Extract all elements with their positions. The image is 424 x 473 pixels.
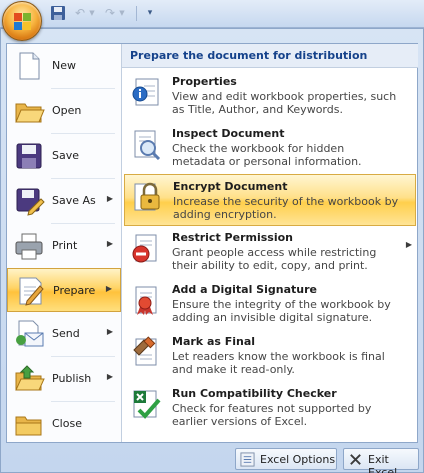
office-logo-icon	[14, 13, 32, 31]
cmd-restrict-permission[interactable]: Restrict Permission Grant people access …	[124, 226, 416, 278]
redo-dropdown-icon[interactable]: ▼	[118, 5, 126, 22]
cmd-title: Properties	[172, 75, 237, 88]
quick-access-toolbar: ↶ ▼ ↷ ▼ ▾	[0, 0, 424, 28]
redo-icon[interactable]: ↷	[102, 5, 118, 22]
submenu-arrow-icon: ▶	[106, 327, 113, 336]
menu-item-send[interactable]: Send ▶	[7, 312, 121, 356]
cmd-description: View and edit workbook properties, such …	[172, 90, 397, 116]
menu-item-label: Save As	[52, 194, 96, 207]
menu-item-print[interactable]: Print ▶	[7, 224, 121, 268]
lock-icon	[134, 182, 160, 211]
cmd-description: Check the workbook for hidden metadata o…	[172, 142, 362, 168]
submenu-arrow-icon: ▶	[106, 372, 113, 381]
save-icon[interactable]	[50, 5, 66, 22]
floppy-disk-icon	[16, 143, 42, 169]
cmd-properties[interactable]: Properties View and edit workbook proper…	[124, 70, 416, 122]
menu-item-label: Save	[52, 149, 80, 162]
compatibility-check-icon	[133, 390, 161, 419]
undo-dropdown-icon[interactable]: ▼	[88, 5, 96, 22]
menu-item-label: Close	[52, 417, 82, 430]
cmd-encrypt-document[interactable]: Encrypt Document Increase the security o…	[124, 174, 416, 226]
cmd-description: Grant people access while restricting th…	[172, 246, 377, 272]
office-button[interactable]	[2, 1, 42, 41]
undo-icon[interactable]: ↶	[72, 5, 88, 22]
cmd-inspect-document[interactable]: Inspect Document Check the workbook for …	[124, 122, 416, 174]
close-icon	[350, 454, 361, 465]
printer-icon	[15, 233, 43, 260]
excel-options-button[interactable]: Excel Options	[235, 448, 337, 470]
menu-item-new[interactable]: New	[7, 44, 121, 88]
submenu-arrow-icon: ▶	[105, 284, 112, 293]
inspect-icon	[134, 130, 161, 160]
cmd-description: Increase the security of the workbook by…	[173, 195, 399, 221]
menu-item-save[interactable]: Save	[7, 134, 121, 178]
publish-icon	[15, 365, 45, 391]
cmd-title: Run Compatibility Checker	[172, 387, 337, 400]
submenu-arrow-icon: ▶	[405, 240, 412, 249]
office-menu-body: New Open Save Save As ▶ Print ▶ Prepare …	[6, 43, 418, 443]
restrict-icon	[132, 234, 157, 263]
submenu-header: Prepare the document for distribution	[122, 44, 418, 68]
options-label: Excel Options	[260, 453, 336, 466]
cmd-description: Ensure the integrity of the workbook by …	[172, 298, 391, 324]
cmd-title: Inspect Document	[172, 127, 285, 140]
cmd-title: Add a Digital Signature	[172, 283, 317, 296]
exit-excel-button[interactable]: Exit Excel	[343, 448, 419, 473]
send-icon	[16, 320, 44, 347]
cmd-title: Restrict Permission	[172, 231, 293, 244]
office-menu: New Open Save Save As ▶ Print ▶ Prepare …	[0, 28, 424, 473]
mark-final-icon	[133, 336, 157, 366]
menu-item-open[interactable]: Open	[7, 89, 121, 133]
menu-item-save-as[interactable]: Save As ▶	[7, 179, 121, 223]
prepare-icon	[19, 277, 44, 306]
cmd-title: Encrypt Document	[173, 180, 288, 193]
menu-item-label: Open	[52, 104, 82, 117]
open-folder-icon	[15, 103, 45, 123]
menu-item-label: Print	[52, 239, 78, 252]
menu-item-label: Prepare	[53, 284, 96, 297]
exit-label: Exit Excel	[368, 453, 398, 473]
menu-item-label: New	[52, 59, 76, 72]
cmd-run-compatibility-checker[interactable]: Run Compatibility Checker Check for feat…	[124, 382, 416, 434]
submenu-arrow-icon: ▶	[106, 239, 113, 248]
options-icon	[240, 452, 255, 467]
menu-item-publish[interactable]: Publish ▶	[7, 357, 121, 401]
cmd-title: Mark as Final	[172, 335, 256, 348]
cmd-description: Check for features not supported by earl…	[172, 402, 372, 428]
menu-item-label: Send	[52, 327, 80, 340]
close-folder-icon	[15, 416, 42, 436]
cmd-add-digital-signature[interactable]: Add a Digital Signature Ensure the integ…	[124, 278, 416, 330]
signature-ribbon-icon	[135, 286, 157, 315]
submenu-arrow-icon: ▶	[106, 194, 113, 203]
cmd-description: Let readers know the workbook is final a…	[172, 350, 385, 376]
cmd-mark-as-final[interactable]: Mark as Final Let readers know the workb…	[124, 330, 416, 382]
customize-qat-icon[interactable]: ▾	[144, 5, 156, 22]
menu-item-label: Publish	[52, 372, 92, 385]
menu-item-prepare[interactable]: Prepare ▶	[7, 268, 121, 312]
new-document-icon	[19, 52, 40, 80]
properties-icon	[132, 78, 159, 106]
qat-separator	[136, 6, 137, 21]
save-as-icon	[16, 188, 45, 216]
file-commands-pane: New Open Save Save As ▶ Print ▶ Prepare …	[7, 44, 121, 442]
prepare-submenu: Prepare the document for distribution Pr…	[121, 44, 418, 442]
menu-item-close[interactable]: Close	[7, 402, 121, 446]
